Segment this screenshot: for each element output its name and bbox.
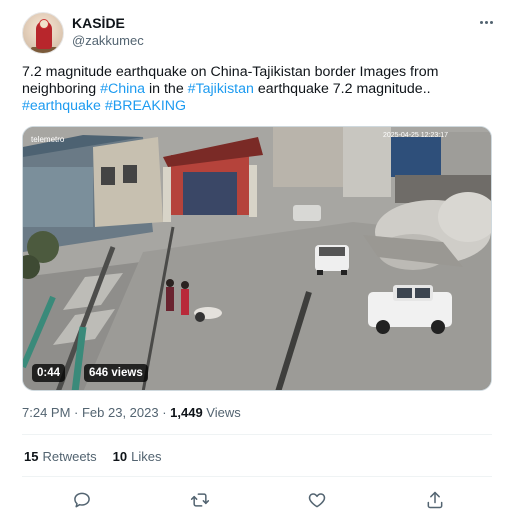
more-options-icon[interactable] [476, 14, 496, 30]
likes-stat[interactable]: 10 Likes [113, 449, 162, 464]
video-timestamp-overlay: 2025-04-25 12:23:17 [383, 132, 448, 139]
author-handle[interactable]: @zakkumec [72, 33, 144, 48]
video-watermark: telemetro [31, 135, 65, 144]
reply-icon[interactable] [71, 489, 93, 511]
hashtag-breaking[interactable]: #BREAKING [105, 98, 186, 114]
video-duration-badge: 0:44 [32, 364, 66, 382]
avatar[interactable] [22, 12, 64, 54]
retweets-stat[interactable]: 15 Retweets [24, 449, 97, 464]
hashtag-china[interactable]: #China [100, 81, 145, 97]
video-player[interactable]: telemetro 2025-04-25 12:23:17 0:44 646 v… [22, 126, 492, 391]
heart-icon[interactable] [306, 489, 328, 511]
author-name[interactable]: KASİDE [72, 15, 125, 31]
views-count: 1,449 [170, 405, 203, 420]
hashtag-earthquake[interactable]: #earthquake [22, 98, 101, 114]
video-views-badge: 646 views [84, 364, 148, 382]
likes-label: Likes [131, 449, 162, 464]
retweets-label: Retweets [42, 449, 97, 464]
tweet-timestamp[interactable]: 7:24 PM · Feb 23, 2023 · [22, 405, 170, 420]
engagement-stats: 15 Retweets 10 Likes [24, 449, 162, 464]
tweet-text: 7.2 magnitude earthquake on China-Tajiki… [22, 64, 492, 115]
hashtag-tajikistan[interactable]: #Tajikistan [188, 81, 254, 97]
retweet-icon[interactable] [189, 489, 211, 511]
divider [22, 434, 492, 435]
share-icon[interactable] [424, 489, 446, 511]
likes-count: 10 [112, 449, 128, 464]
views-label: Views [202, 405, 241, 420]
retweets-count: 15 [24, 449, 39, 464]
tweet-text-part: earthquake 7.2 magnitude.. [253, 81, 431, 97]
video-frame: telemetro 2025-04-25 12:23:17 [23, 127, 491, 390]
divider [22, 476, 492, 477]
tweet-meta: 7:24 PM · Feb 23, 2023 · 1,449 Views [22, 405, 241, 420]
tweet-card: KASİDE @zakkumec 7.2 magnitude earthquak… [0, 0, 513, 513]
tweet-text-part: in the [145, 81, 188, 97]
